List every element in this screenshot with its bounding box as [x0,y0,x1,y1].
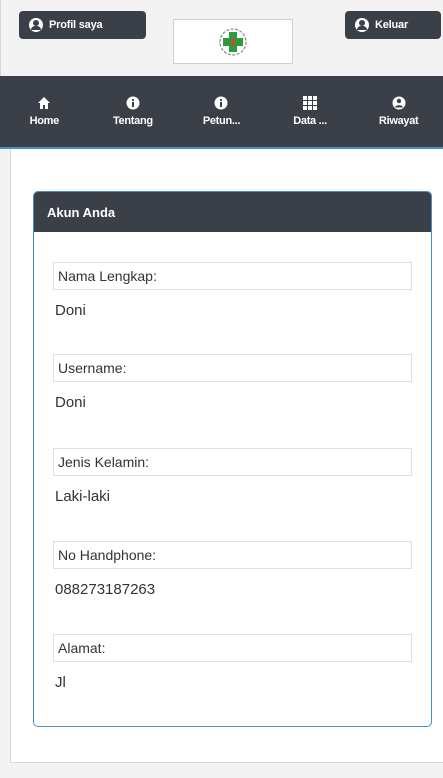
field-label: Username: [53,354,412,382]
user-icon [392,96,406,110]
profile-button[interactable]: Profil saya [19,11,146,39]
field-value: Doni [55,394,86,411]
nav-item-riwayat[interactable]: Riwayat [354,76,443,147]
info-icon [126,96,140,110]
field-address: Alamat: Jl [53,634,412,691]
top-bar: Profil saya Keluar [0,0,443,76]
field-value: Jl [55,674,66,691]
field-value: Doni [55,302,86,319]
home-icon [37,96,51,110]
account-panel: Akun Anda Nama Lengkap: Doni Username: D… [33,191,432,727]
field-label: Nama Lengkap: [53,262,412,290]
field-label: Alamat: [53,634,412,662]
main-nav: Home Tentang Petun... Data ... Riwayat [0,76,443,149]
field-label: No Handphone: [53,541,412,569]
field-value: 088273187263 [55,581,156,598]
user-icon [29,18,43,32]
field-full-name: Nama Lengkap: Doni [53,262,412,319]
nav-item-label: Petun... [202,115,241,127]
nav-item-tentang[interactable]: Tentang [89,76,178,147]
nav-item-label: Data ... [293,115,327,127]
nav-item-label: Home [29,115,60,127]
field-phone: No Handphone: 088273187263 [53,541,412,598]
content-area: Akun Anda Nama Lengkap: Doni Username: D… [10,149,443,763]
logout-button-label: Keluar [375,19,409,31]
logo-emblem-icon [219,27,247,56]
info-icon [214,96,228,110]
field-username: Username: Doni [53,354,412,411]
nav-item-label: Tentang [112,115,153,127]
grid-icon [303,96,318,110]
panel-title: Akun Anda [34,192,431,232]
nav-item-label: Riwayat [378,115,419,127]
user-icon [355,18,369,32]
logo [173,19,293,64]
nav-item-data[interactable]: Data ... [266,76,355,147]
logout-button[interactable]: Keluar [345,11,441,39]
profile-button-label: Profil saya [49,19,103,31]
nav-item-home[interactable]: Home [0,76,89,147]
field-label: Jenis Kelamin: [53,448,412,476]
field-value: Laki-laki [55,488,111,505]
field-gender: Jenis Kelamin: Laki-laki [53,448,412,505]
nav-item-petunjuk[interactable]: Petun... [177,76,266,147]
